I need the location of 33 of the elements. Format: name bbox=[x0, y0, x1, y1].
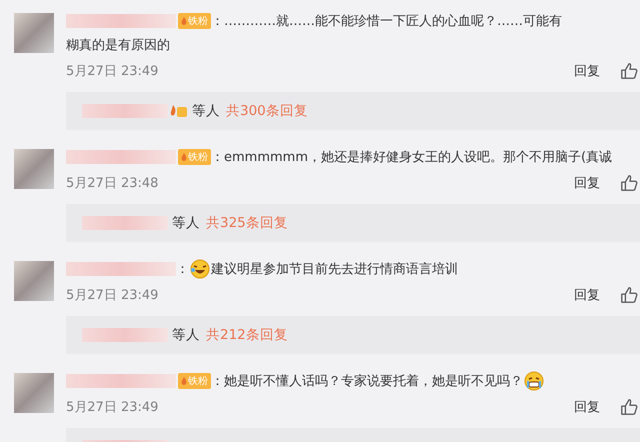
reply-preview-panel[interactable]: 等人 共212条回复 bbox=[66, 316, 640, 354]
fan-badge: 铁粉 bbox=[178, 373, 211, 389]
avatar-placeholder bbox=[14, 149, 54, 189]
comment-text: 糊真的是有原因的 bbox=[66, 37, 170, 55]
reply-preview-panel[interactable]: 等人 共325条回复 bbox=[66, 204, 640, 242]
comment-text: ：…………就……能不能珍惜一下匠人的心血呢？……可能有 bbox=[211, 13, 562, 30]
reply-button[interactable]: 回复 bbox=[574, 174, 600, 192]
reply-button[interactable]: 回复 bbox=[574, 62, 600, 80]
comment-text: ：emmmmmm，她还是捧好健身女王的人设吧。那个不用脑子(真诚 bbox=[211, 149, 612, 166]
fan-badge: 铁粉 bbox=[178, 149, 211, 165]
avatar-placeholder bbox=[14, 261, 54, 301]
avatar-placeholder bbox=[14, 13, 54, 53]
laughing-face-icon bbox=[190, 259, 210, 279]
reply-button[interactable]: 回复 bbox=[574, 286, 600, 304]
crying-face-icon bbox=[524, 371, 544, 391]
others-label: 等人 bbox=[172, 214, 200, 232]
others-label: 等人 bbox=[192, 102, 220, 120]
fan-badge: 铁粉 bbox=[178, 13, 211, 29]
reply-preview-panel[interactable]: 等人 共300条回复 bbox=[66, 92, 640, 130]
comment-text: 建议明星参加节目前先去进行情商语言培训 bbox=[211, 261, 458, 278]
comment-time: 5月27日 23:49 bbox=[66, 63, 158, 80]
thumbs-up-icon[interactable] bbox=[620, 398, 638, 416]
reply-button[interactable]: 回复 bbox=[574, 398, 600, 416]
comment-time: 5月27日 23:48 bbox=[66, 175, 158, 192]
avatar-placeholder bbox=[14, 373, 54, 413]
thumbs-up-icon[interactable] bbox=[620, 286, 638, 304]
thumbs-up-icon[interactable] bbox=[620, 174, 638, 192]
comment-text: ：她是听不懂人话吗？专家说要托着，她是听不见吗？ bbox=[211, 373, 523, 390]
comment-time: 5月27日 23:49 bbox=[66, 399, 158, 416]
others-label: 等人 bbox=[172, 326, 200, 344]
comment-text: ： bbox=[176, 261, 189, 278]
comment-time: 5月27日 23:49 bbox=[66, 287, 158, 304]
thumbs-up-icon[interactable] bbox=[620, 62, 638, 80]
